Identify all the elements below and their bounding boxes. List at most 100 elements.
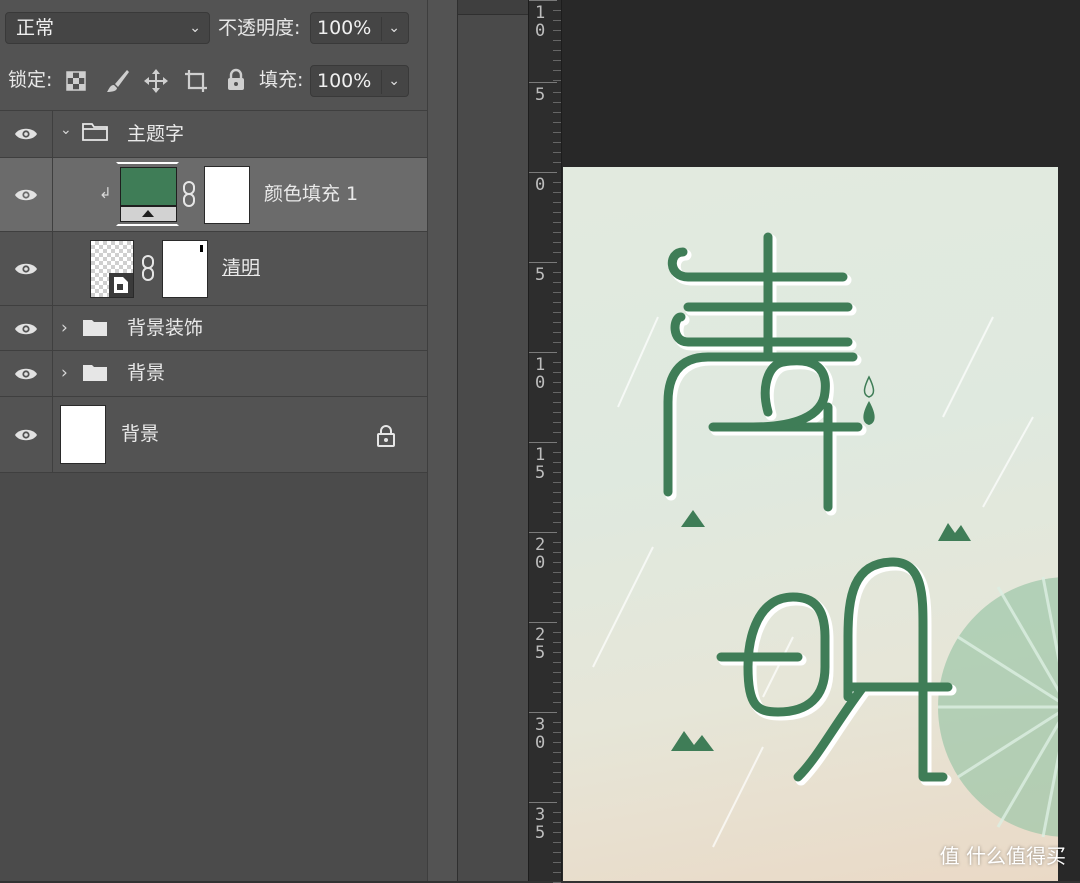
chevron-right-icon[interactable]: › [61, 363, 68, 383]
ruler-label: 1 [535, 355, 546, 375]
lock-position-icon[interactable] [143, 68, 169, 94]
lock-transparent-pixels-icon[interactable] [66, 71, 86, 91]
ruler-minor-tick [553, 612, 561, 613]
ruler-minor-tick [553, 772, 561, 773]
umbrella-illustration [938, 576, 1058, 838]
ruler-minor-tick [553, 342, 561, 343]
ruler-minor-tick [553, 462, 561, 463]
ruler-minor-tick [553, 752, 561, 753]
ruler-label: 1 [535, 3, 546, 23]
folder-icon [83, 365, 107, 381]
ruler-minor-tick [553, 312, 561, 313]
ruler-minor-tick [553, 842, 561, 843]
ruler-minor-tick [553, 572, 561, 573]
layer-row-group-bg-decor[interactable]: › 背景装饰 [0, 306, 427, 350]
ruler-minor-tick [553, 512, 561, 513]
layer-row-group-title-text[interactable]: ⌄ 主题字 [0, 111, 427, 157]
layer-row-smart-object[interactable]: 清明 [0, 232, 427, 305]
ruler-minor-tick [553, 782, 561, 783]
ruler-minor-tick [553, 742, 561, 743]
layer-mask-thumbnail[interactable] [162, 240, 208, 298]
ruler-minor-tick [553, 432, 561, 433]
ruler-major-tick [529, 712, 557, 713]
ruler-minor-tick [553, 592, 561, 593]
ruler-major-tick [529, 442, 557, 443]
background-thumbnail[interactable] [60, 405, 106, 464]
layers-empty-area [0, 473, 427, 881]
ruler-minor-tick [553, 472, 561, 473]
layer-name: 背景 [121, 423, 160, 445]
blend-mode-select[interactable]: 正常 ⌄ [5, 12, 210, 44]
ruler-minor-tick [553, 642, 561, 643]
ruler-minor-tick [553, 102, 561, 103]
layer-mask-thumbnail[interactable] [204, 166, 250, 224]
ruler-minor-tick [553, 482, 561, 483]
fill-input[interactable]: 100% ⌄ [310, 65, 409, 97]
ruler-minor-tick [553, 362, 561, 363]
ruler-major-tick [529, 262, 557, 263]
ruler-minor-tick [553, 692, 561, 693]
folder-icon [83, 320, 107, 336]
lock-image-pixels-icon[interactable] [105, 68, 131, 94]
layer-name: 背景 [127, 362, 166, 384]
layer-row-color-fill[interactable]: ↲ 颜色填充 1 [0, 158, 427, 231]
vertical-ruler[interactable]: 10505101520253035 [528, 0, 562, 883]
link-chain-icon[interactable] [140, 254, 156, 282]
ruler-minor-tick [553, 60, 561, 61]
ruler-major-tick [529, 622, 557, 623]
ruler-minor-tick [553, 242, 561, 243]
ruler-minor-tick [553, 682, 561, 683]
chevron-down-icon[interactable]: ⌄ [388, 66, 400, 96]
ruler-minor-tick [553, 822, 561, 823]
ruler-minor-tick [553, 832, 561, 833]
blend-mode-value: 正常 [16, 17, 55, 39]
ruler-label: 0 [535, 175, 546, 195]
ruler-label: 0 [535, 553, 546, 573]
ruler-minor-tick [553, 652, 561, 653]
layer-row-group-bg[interactable]: › 背景 [0, 351, 427, 396]
ruler-major-tick [529, 82, 557, 83]
ruler-minor-tick [553, 192, 561, 193]
ruler-label: 5 [535, 265, 546, 285]
ruler-minor-tick [553, 272, 561, 273]
ruler-minor-tick [553, 452, 561, 453]
ruler-label: 5 [535, 85, 546, 105]
ruler-minor-tick [553, 762, 561, 763]
ruler-minor-tick [553, 602, 561, 603]
layers-panel: 正常 ⌄ 不透明度: 100% ⌄ 锁定: 填充: 100% ⌄ ⌄ 主题字 ↲… [0, 0, 427, 881]
ruler-minor-tick [553, 152, 561, 153]
ruler-major-tick [529, 802, 557, 803]
ruler-major-tick [529, 532, 557, 533]
chevron-right-icon[interactable]: › [61, 318, 68, 338]
chevron-down-icon[interactable]: ⌄ [388, 13, 400, 43]
ruler-minor-tick [553, 492, 561, 493]
artwork [592, 232, 1058, 848]
fill-thumbnail[interactable] [116, 162, 179, 226]
ruler-minor-tick [553, 402, 561, 403]
opacity-input[interactable]: 100% ⌄ [310, 12, 409, 44]
ruler-label: 3 [535, 805, 546, 825]
document-canvas[interactable] [563, 167, 1058, 881]
ruler-minor-tick [553, 672, 561, 673]
chevron-down-icon[interactable]: ⌄ [60, 122, 72, 138]
ruler-label: 0 [535, 21, 546, 41]
layers-list: ⌄ 主题字 ↲ 颜色填充 1 清明 › 背景装饰 › 背景 背景 [0, 111, 427, 473]
lock-artboard-icon[interactable] [183, 68, 211, 94]
ruler-minor-tick [553, 732, 561, 733]
ruler-label: 0 [535, 373, 546, 393]
ruler-minor-tick [553, 392, 561, 393]
ruler-label: 5 [535, 823, 546, 843]
smart-object-thumbnail[interactable] [90, 240, 134, 298]
layer-row-background[interactable]: 背景 [0, 397, 427, 472]
ruler-minor-tick [553, 92, 561, 93]
ruler-label: 2 [535, 535, 546, 555]
opacity-value: 100% [317, 17, 372, 39]
smart-object-badge-icon [109, 273, 133, 297]
lock-all-icon[interactable] [226, 68, 246, 92]
layer-name: 颜色填充 1 [264, 183, 359, 205]
clipping-mask-arrow-icon: ↲ [99, 184, 112, 202]
ruler-minor-tick [553, 292, 561, 293]
link-chain-icon[interactable] [181, 180, 197, 208]
ruler-minor-tick [553, 10, 561, 11]
ruler-minor-tick [553, 202, 561, 203]
